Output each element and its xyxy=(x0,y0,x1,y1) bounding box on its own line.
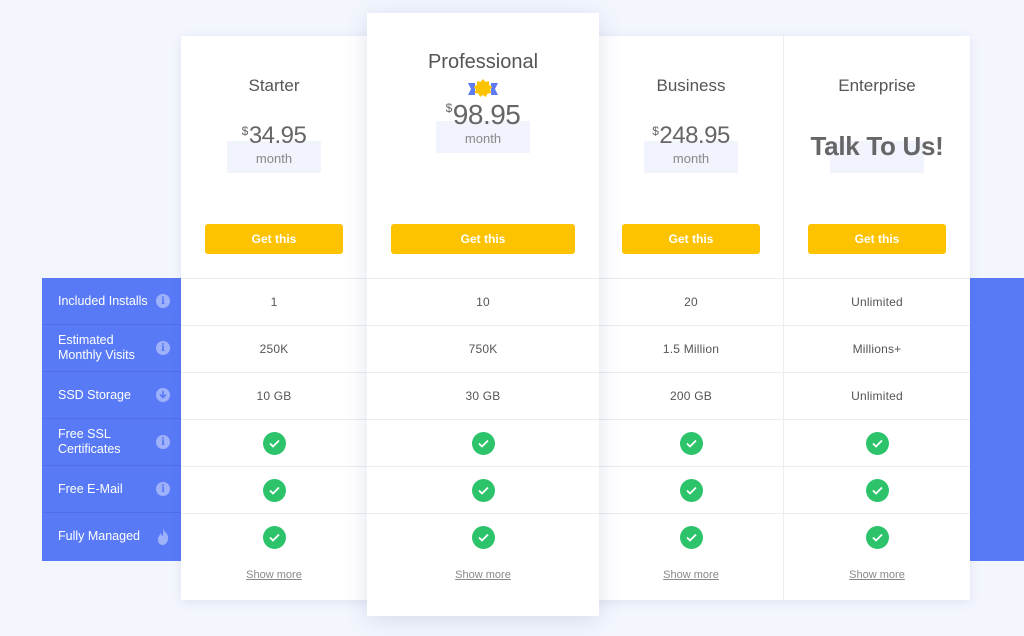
get-this-button[interactable]: Get this xyxy=(808,224,946,254)
get-this-button[interactable]: Get this xyxy=(205,224,343,254)
check-icon xyxy=(865,431,889,455)
plan-enterprise: Enterprise Talk To Us! Get this Unlimite… xyxy=(784,36,970,600)
plan-header: Enterprise Talk To Us! Get this xyxy=(784,36,970,278)
plan-feature-values: 1 250K 10 GB xyxy=(181,278,367,561)
check-icon xyxy=(471,431,495,455)
plan-name: Professional xyxy=(427,51,539,73)
feature-label: SSD Storage xyxy=(58,387,131,402)
value-installs: 1 xyxy=(181,279,367,326)
price: $248.95 xyxy=(652,122,730,150)
value-managed xyxy=(367,514,599,561)
show-more-link[interactable]: Show more xyxy=(367,569,599,581)
value-visits: 750K xyxy=(367,326,599,373)
value-ssl xyxy=(784,420,970,467)
show-more-link[interactable]: Show more xyxy=(181,569,367,581)
plan-name: Starter xyxy=(248,76,300,95)
value-ssl xyxy=(367,420,599,467)
check-icon xyxy=(865,526,889,549)
feature-label: Included Installs xyxy=(58,293,148,308)
flame-icon[interactable] xyxy=(156,528,170,546)
price-value: 34.95 xyxy=(248,122,307,149)
info-icon[interactable]: i xyxy=(156,294,170,308)
check-icon xyxy=(262,431,286,455)
plan-header: Starter $34.95 month Get this xyxy=(181,36,367,278)
price-period: month xyxy=(464,131,502,146)
plan-header: Professional $98.95 month Get this xyxy=(367,13,599,278)
price-period: month xyxy=(255,151,293,166)
value-storage: 10 GB xyxy=(181,373,367,420)
currency: $ xyxy=(445,101,453,115)
value-email xyxy=(784,467,970,514)
get-this-button[interactable]: Get this xyxy=(622,224,760,254)
feature-row-managed: Fully Managed xyxy=(42,513,181,560)
check-icon xyxy=(679,431,703,455)
value-email xyxy=(599,467,783,514)
feature-row-visits: Estimated Monthly Visits i xyxy=(42,325,181,372)
info-icon[interactable]: i xyxy=(156,435,170,449)
check-icon xyxy=(679,478,703,502)
price-box: Talk To Us! xyxy=(811,131,944,173)
check-icon xyxy=(262,526,286,549)
show-more-link[interactable]: Show more xyxy=(599,569,783,581)
plan-feature-values: 10 750K 30 GB xyxy=(367,278,599,561)
plan-feature-values: 20 1.5 Million 200 GB xyxy=(599,278,783,561)
value-managed xyxy=(784,514,970,561)
value-email xyxy=(181,467,367,514)
value-ssl xyxy=(181,420,367,467)
feature-label: Fully Managed xyxy=(58,529,140,543)
feature-label: Free E-Mail xyxy=(58,481,123,496)
check-icon xyxy=(471,478,495,502)
plan-professional: Professional $98.95 month Get this 10 75… xyxy=(367,13,599,616)
price-box: $98.95 month xyxy=(436,99,530,153)
price-value: 98.95 xyxy=(452,99,521,130)
value-visits: 250K xyxy=(181,326,367,373)
plan-name: Business xyxy=(656,76,726,95)
value-installs: 20 xyxy=(599,279,783,326)
value-storage: 200 GB xyxy=(599,373,783,420)
price-box: $34.95 month xyxy=(227,122,321,173)
features-column: Included Installs i Estimated Monthly Vi… xyxy=(42,278,181,560)
value-storage: Unlimited xyxy=(784,373,970,420)
plan-starter: Starter $34.95 month Get this 1 250K 10 … xyxy=(181,36,367,600)
price: $98.95 xyxy=(446,99,521,131)
feature-row-email: Free E-Mail i xyxy=(42,466,181,513)
value-installs: 10 xyxy=(367,279,599,326)
plan-business: Business $248.95 month Get this 20 1.5 M… xyxy=(599,36,784,600)
value-ssl xyxy=(599,420,783,467)
check-icon xyxy=(865,478,889,502)
plan-header: Business $248.95 month Get this xyxy=(599,36,783,278)
ribbon-badge-icon xyxy=(468,79,498,97)
info-icon[interactable]: i xyxy=(156,482,170,496)
feature-label: Free SSL Certificates xyxy=(58,427,121,456)
feature-label: Estimated Monthly Visits xyxy=(58,333,135,362)
info-icon[interactable]: i xyxy=(156,341,170,355)
price-period: month xyxy=(672,151,710,166)
check-icon xyxy=(471,526,495,549)
show-more-link[interactable]: Show more xyxy=(784,569,970,581)
feature-row-storage: SSD Storage xyxy=(42,372,181,419)
price-value: 248.95 xyxy=(659,122,730,149)
value-storage: 30 GB xyxy=(367,373,599,420)
value-managed xyxy=(599,514,783,561)
talk-to-us-text: Talk To Us! xyxy=(810,131,944,161)
plan-feature-values: Unlimited Millions+ Unlimited xyxy=(784,278,970,561)
feature-row-installs: Included Installs i xyxy=(42,278,181,325)
currency: $ xyxy=(241,124,249,138)
price-box: $248.95 month xyxy=(644,122,738,173)
check-icon xyxy=(679,526,703,549)
value-visits: Millions+ xyxy=(784,326,970,373)
download-icon[interactable] xyxy=(156,388,170,402)
get-this-button[interactable]: Get this xyxy=(391,224,575,254)
price: $34.95 xyxy=(242,122,307,150)
value-email xyxy=(367,467,599,514)
check-icon xyxy=(262,478,286,502)
value-installs: Unlimited xyxy=(784,279,970,326)
value-visits: 1.5 Million xyxy=(599,326,783,373)
plan-name: Enterprise xyxy=(838,76,916,95)
currency: $ xyxy=(652,124,659,138)
value-managed xyxy=(181,514,367,561)
feature-row-ssl: Free SSL Certificates i xyxy=(42,419,181,466)
